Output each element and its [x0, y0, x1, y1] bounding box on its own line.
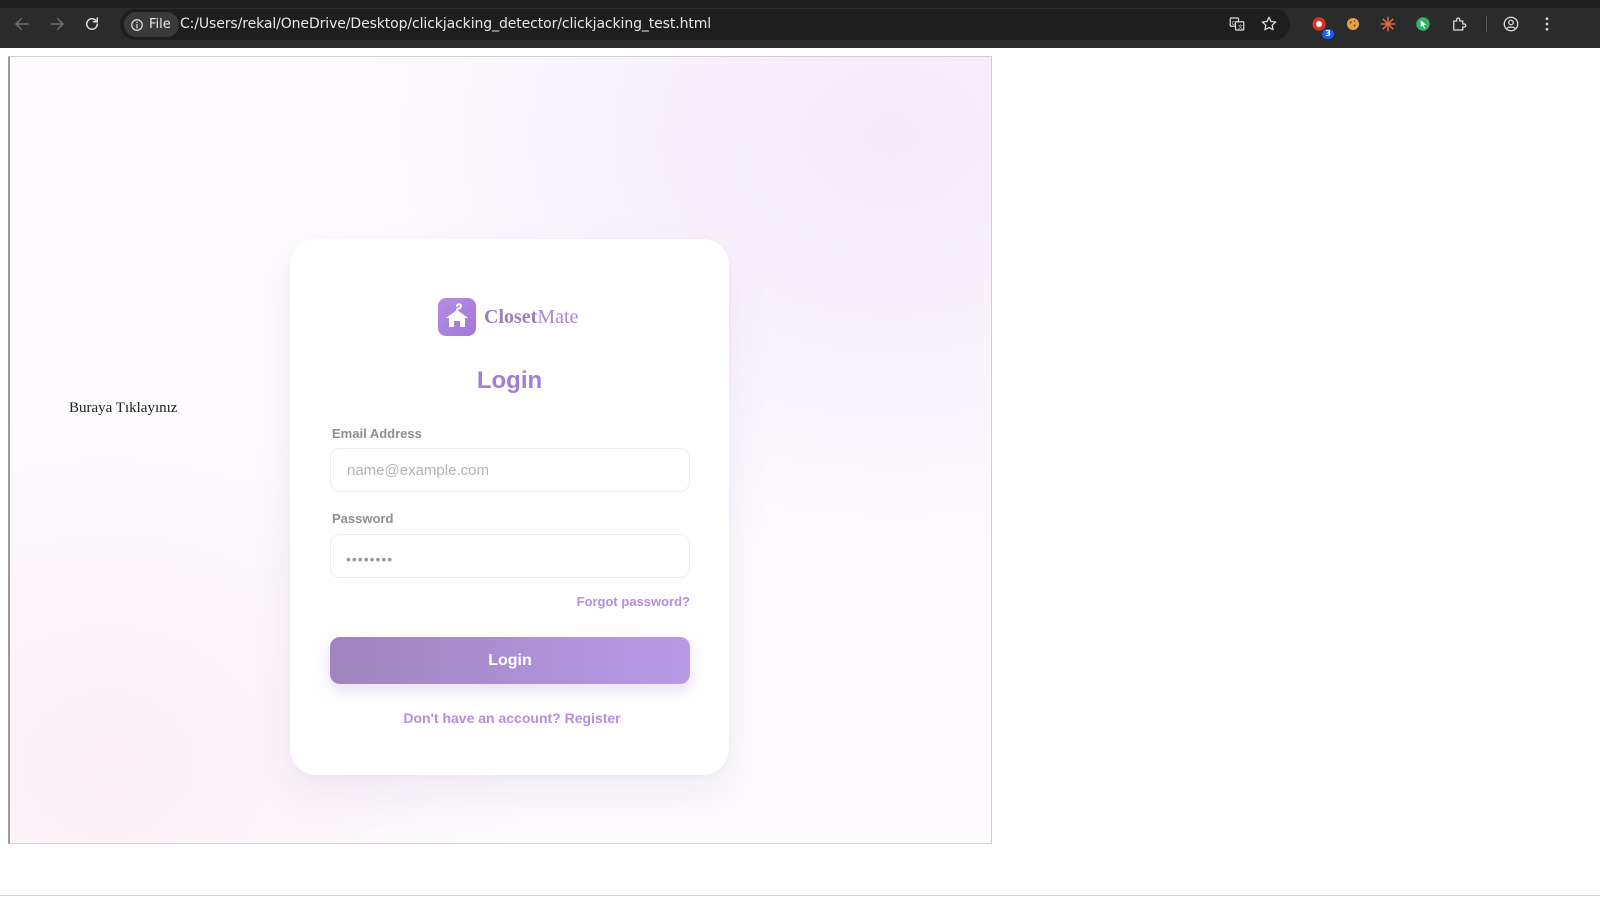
email-field[interactable]: [330, 448, 690, 492]
login-button[interactable]: Login: [330, 637, 690, 684]
toolbar-separator: [1486, 16, 1487, 32]
star-icon[interactable]: [1259, 14, 1279, 34]
page-title: Login: [476, 367, 543, 394]
site-info-chip[interactable]: File: [124, 12, 179, 37]
email-label: Email Address: [332, 426, 422, 441]
url-text[interactable]: C:/Users/rekal/OneDrive/Desktop/clickjac…: [180, 16, 711, 32]
svg-text:G: G: [1232, 21, 1236, 27]
sparkle-icon[interactable]: [1377, 13, 1399, 35]
login-card: ClosetMate Login Email Address Password …: [290, 239, 729, 775]
tab-strip: [0, 0, 1600, 8]
info-icon: [131, 18, 143, 31]
decoy-click-text[interactable]: Buraya Tıklayınız: [69, 400, 177, 417]
address-bar[interactable]: File C:/Users/rekal/OneDrive/Desktop/cli…: [120, 9, 1290, 40]
extension-icon[interactable]: 3: [1308, 13, 1334, 39]
forgot-password-link[interactable]: Forgot password?: [577, 594, 690, 609]
brand-logo: ClosetMate: [438, 298, 578, 336]
site-info-label: File: [149, 17, 171, 32]
forward-icon[interactable]: [46, 13, 68, 35]
hanger-icon: [438, 298, 476, 336]
menu-icon[interactable]: [1536, 13, 1558, 35]
translate-icon[interactable]: G文: [1227, 14, 1247, 34]
brand-name: ClosetMate: [484, 306, 578, 329]
brand-name-bold: Closet: [484, 305, 538, 328]
page-divider: [0, 895, 1600, 896]
extension-badge: 3: [1322, 29, 1334, 39]
back-icon[interactable]: [11, 13, 33, 35]
password-value: ••••••••: [346, 551, 394, 567]
cursor-icon[interactable]: [1412, 13, 1434, 35]
profile-icon[interactable]: [1500, 13, 1522, 35]
password-label: Password: [332, 511, 394, 526]
cookie-icon[interactable]: [1342, 13, 1364, 35]
browser-toolbar: File C:/Users/rekal/OneDrive/Desktop/cli…: [0, 0, 1600, 48]
brand-name-light: Mate: [537, 305, 579, 328]
embedded-iframe: Buraya Tıklayınız ClosetMate Login Email…: [8, 56, 992, 844]
reload-icon[interactable]: [81, 13, 103, 35]
puzzle-icon[interactable]: [1448, 13, 1470, 35]
register-link[interactable]: Don't have an account? Register: [290, 710, 729, 726]
